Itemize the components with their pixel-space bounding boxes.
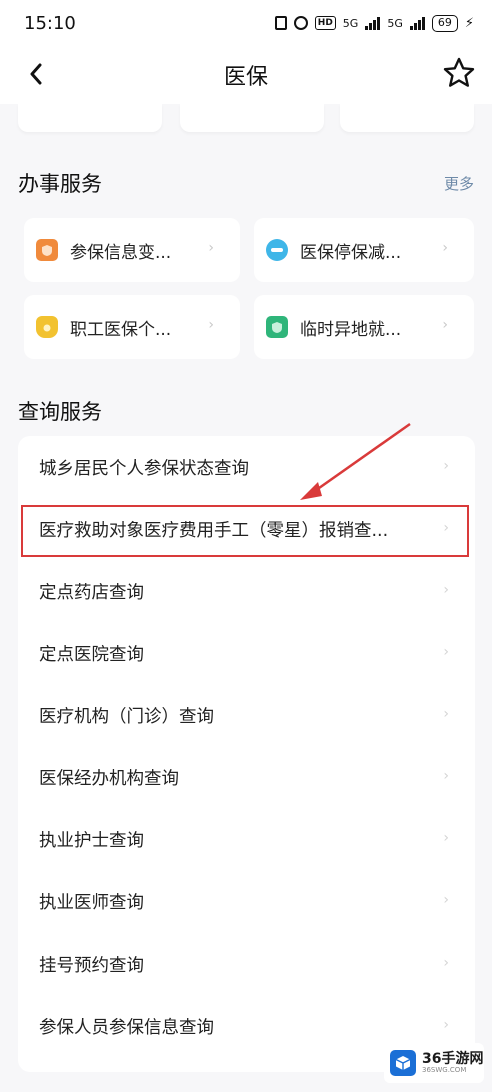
red-arrow-annotation bbox=[300, 422, 411, 500]
watermark-sub: 36SWG.COM bbox=[422, 1065, 467, 1074]
watermark-brand: 36手游网 bbox=[422, 1050, 484, 1067]
watermark-logo: 36手游网 36SWG.COM bbox=[384, 1043, 484, 1083]
watermark-text: 36手游网 36SWG.COM bbox=[422, 1052, 483, 1075]
cube-logo-icon bbox=[390, 1050, 416, 1076]
